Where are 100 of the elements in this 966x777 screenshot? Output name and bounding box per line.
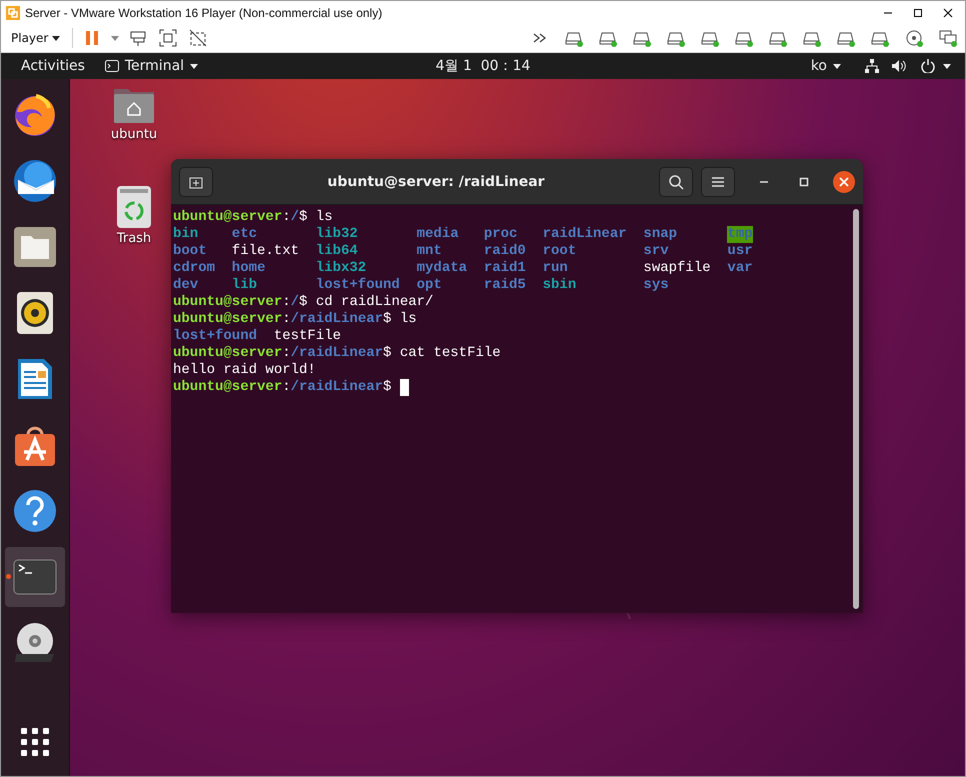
new-tab-button[interactable] [179, 166, 213, 196]
double-chevron-icon [532, 32, 548, 44]
prompt-separator: : [282, 379, 291, 396]
file-entry: proc [484, 226, 518, 243]
file-entry: sys [643, 277, 669, 294]
disc-icon [13, 622, 57, 664]
file-entry: tmp [727, 226, 753, 243]
terminal-title: ubuntu@server: /raidLinear [326, 174, 546, 190]
prompt-path: /raidLinear [290, 345, 384, 362]
caret-icon [833, 64, 841, 68]
file-entry: mnt [416, 243, 442, 260]
file-entry: etc [232, 226, 258, 243]
prompt-symbol: $ [299, 294, 308, 311]
maximize-icon [799, 176, 809, 186]
pause-icon [85, 30, 100, 46]
command-text: ls [314, 209, 333, 226]
terminal-icon [104, 60, 119, 72]
app-menu[interactable]: Terminal [94, 58, 208, 74]
input-source-menu[interactable]: ko [800, 58, 851, 74]
player-menu[interactable]: Player [7, 31, 64, 45]
prompt-path: /raidLinear [290, 311, 384, 328]
file-entry: lost+found [173, 328, 258, 345]
close-icon [943, 8, 953, 18]
scrollbar[interactable] [853, 209, 859, 609]
caret-icon [190, 64, 198, 68]
command-text: cat testFile [398, 345, 501, 362]
prompt-user: ubuntu@server [173, 379, 282, 396]
file-entry: media [416, 226, 459, 243]
file-entry: raid5 [484, 277, 526, 294]
file-entry: usr [727, 243, 753, 260]
file-entry: var [727, 260, 753, 277]
power-icon[interactable] [921, 59, 935, 73]
command-text: ls [398, 311, 417, 328]
file-entry: boot [173, 243, 207, 260]
file-entry: root [542, 243, 576, 260]
file-entry: mydata [416, 260, 468, 277]
prompt-user: ubuntu@server [173, 311, 282, 328]
vm-logo-icon [5, 4, 21, 20]
minimize-icon [759, 180, 769, 182]
mail-icon [12, 158, 58, 204]
app-grid-icon [20, 727, 50, 757]
volume-icon[interactable] [891, 59, 907, 73]
browser-icon [12, 92, 58, 138]
file-entry: home [232, 260, 266, 277]
file-entry: lib32 [316, 226, 358, 243]
file-entry: raid0 [484, 243, 526, 260]
maximize-icon [913, 8, 923, 18]
fullscreen-button[interactable] [157, 27, 180, 49]
file-entry: swapfile [643, 260, 711, 277]
prompt-symbol: $ [383, 345, 392, 362]
clock[interactable]: 4월 1 00：14 [430, 56, 536, 76]
menu-button[interactable] [701, 166, 735, 196]
search-icon [668, 174, 684, 190]
speaker-icon [16, 291, 54, 335]
activities-button[interactable]: Activities [11, 58, 95, 74]
prompt-user: ubuntu@server [173, 209, 282, 226]
file-entry: srv [643, 243, 669, 260]
caret-icon [943, 64, 951, 68]
document-icon [16, 357, 54, 401]
folder-icon [13, 226, 57, 268]
prompt-user: ubuntu@server [173, 345, 282, 362]
prompt-symbol: $ [299, 209, 308, 226]
terminal-icon [13, 559, 57, 595]
file-entry: raid1 [484, 260, 526, 277]
network-icon[interactable] [865, 59, 879, 73]
trash-icon [116, 185, 152, 229]
fullscreen-icon [159, 29, 178, 47]
file-entry: lib [232, 277, 258, 294]
file-entry: sbin [542, 277, 576, 294]
new-tab-icon [189, 174, 203, 188]
menu-icon [711, 176, 725, 188]
monitor-icon [938, 29, 958, 47]
file-entry: raidLinear [542, 226, 627, 243]
file-entry: lib64 [316, 243, 358, 260]
disc-icon [904, 29, 924, 47]
prompt-separator: : [282, 345, 291, 362]
search-button[interactable] [659, 166, 693, 196]
prompt-user: ubuntu@server [173, 294, 282, 311]
file-entry: file.txt [232, 243, 300, 260]
output-text: hello raid world! [173, 362, 316, 379]
file-entry: cdrom [173, 260, 216, 277]
file-entry: snap [643, 226, 678, 243]
prompt-separator: : [282, 311, 291, 328]
prompt-separator: : [282, 209, 291, 226]
file-entry: libx32 [316, 260, 366, 277]
keyboard-monitor-icon [129, 29, 148, 47]
file-entry: lost+found [316, 277, 400, 294]
close-button[interactable] [833, 170, 855, 192]
prompt-separator: : [282, 294, 291, 311]
crossed-window-icon [189, 29, 208, 47]
caret-icon [111, 36, 120, 40]
file-entry: run [542, 260, 568, 277]
prompt-symbol: $ [383, 379, 392, 396]
prompt-path: / [290, 294, 300, 311]
file-entry: bin [173, 226, 198, 243]
minimize-icon [883, 12, 893, 14]
file-entry: opt [416, 277, 442, 294]
file-entry: testFile [274, 328, 342, 345]
prompt-path: /raidLinear [290, 379, 384, 396]
close-icon [839, 176, 849, 186]
